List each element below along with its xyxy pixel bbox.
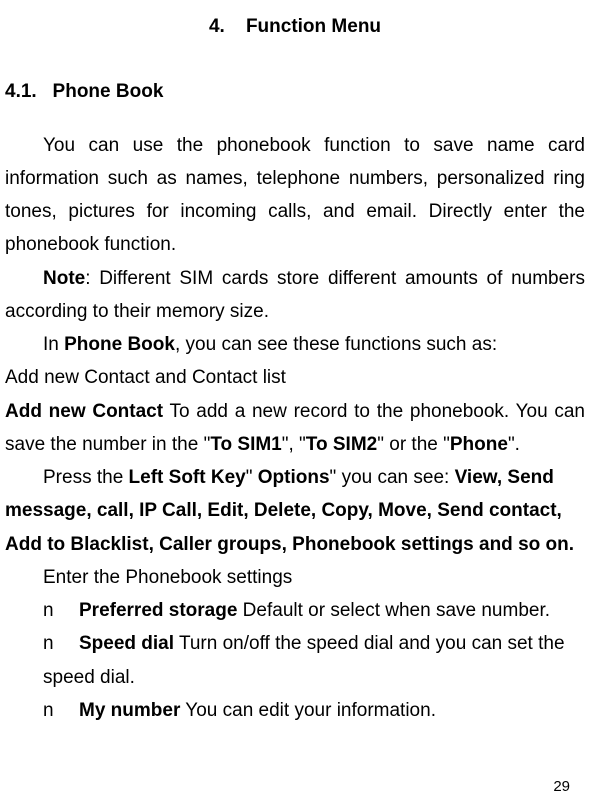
- text: Press the: [43, 467, 129, 488]
- text: In: [43, 334, 64, 355]
- item-title: Preferred storage: [79, 600, 237, 621]
- note-label: Note: [43, 268, 85, 289]
- bold: Left Soft Key: [129, 467, 246, 488]
- chapter-title-text: Function Menu: [246, 16, 381, 37]
- paragraph-note: Note: Different SIM cards store differen…: [5, 262, 585, 329]
- text: , you can see these functions such as:: [175, 334, 497, 355]
- section-number: 4.1.: [5, 81, 37, 102]
- section-title-text: Phone Book: [53, 81, 164, 102]
- phonebook-bold: Phone Book: [64, 334, 175, 355]
- text: " you can see:: [330, 467, 455, 488]
- page-number: 29: [553, 774, 570, 800]
- text: ".: [508, 434, 520, 455]
- list-item-speed-dial: nSpeed dial Turn on/off the speed dial a…: [5, 627, 585, 694]
- bold: Phone: [450, 434, 508, 455]
- paragraph-phonebook: In Phone Book, you can see these functio…: [5, 328, 585, 361]
- paragraph-enter-settings: Enter the Phonebook settings: [5, 561, 585, 594]
- bold: To SIM2: [306, 434, 377, 455]
- paragraph-options: Press the Left Soft Key" Options" you ca…: [5, 461, 585, 561]
- text: You can use the phonebook function to sa…: [5, 135, 585, 256]
- chapter-title: 4. Function Menu: [5, 10, 585, 43]
- paragraph-addnewcontact: Add new Contact To add a new record to t…: [5, 395, 585, 462]
- list-item-my-number: nMy number You can edit your information…: [5, 694, 585, 727]
- text: Enter the Phonebook settings: [43, 567, 292, 588]
- text: ", ": [282, 434, 306, 455]
- bullet: n: [43, 594, 79, 627]
- note-text: : Different SIM cards store different am…: [5, 268, 585, 322]
- bold: Options: [258, 467, 330, 488]
- item-text: Default or select when save number.: [237, 600, 550, 621]
- item-title: My number: [79, 700, 180, 721]
- section-title: 4.1. Phone Book: [5, 75, 585, 108]
- bullet: n: [43, 627, 79, 660]
- chapter-number: 4.: [209, 16, 225, 37]
- bullet: n: [43, 694, 79, 727]
- bold: To SIM1: [210, 434, 281, 455]
- paragraph-addcontact-list: Add new Contact and Contact list: [5, 361, 585, 394]
- item-text: You can edit your information.: [180, 700, 436, 721]
- bold: Add new Contact: [5, 401, 163, 422]
- text: " or the ": [377, 434, 450, 455]
- text: Add new Contact and Contact list: [5, 367, 286, 388]
- list-item-preferred-storage: nPreferred storage Default or select whe…: [5, 594, 585, 627]
- paragraph-intro: You can use the phonebook function to sa…: [5, 129, 585, 262]
- item-title: Speed dial: [79, 633, 174, 654]
- text: ": [246, 467, 258, 488]
